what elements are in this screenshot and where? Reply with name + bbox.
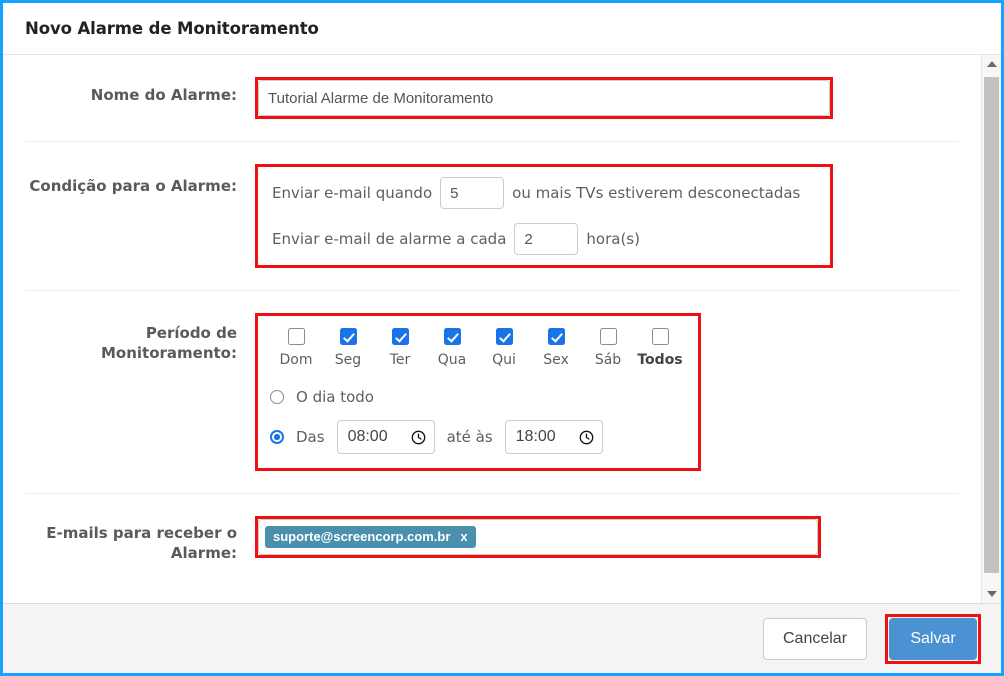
alarm-condition-field-wrap: Enviar e-mail quando ou mais TVs estiver… xyxy=(255,164,955,268)
end-time-input[interactable]: 18:00 xyxy=(504,420,603,454)
dialog-title: Novo Alarme de Monitoramento xyxy=(25,19,319,38)
all-day-option[interactable]: O dia todo xyxy=(270,388,686,406)
monitoring-period-highlight: Dom Seg Ter Qua Qui Sex Sáb Todos O dia … xyxy=(255,313,701,471)
weekday-label-sab: Sáb xyxy=(594,352,622,368)
vertical-scrollbar[interactable] xyxy=(981,55,1001,603)
weekday-item-seg[interactable]: Seg xyxy=(322,328,374,368)
weekday-item-qua[interactable]: Qua xyxy=(426,328,478,368)
alarm-emails-label: E-mails para receber o Alarme: xyxy=(3,516,255,564)
alarm-condition-label: Condição para o Alarme: xyxy=(29,177,237,195)
cancel-button[interactable]: Cancelar xyxy=(763,617,867,660)
all-day-radio[interactable] xyxy=(270,390,284,404)
alarm-emails-highlight: suporte@screencorp.com.br x xyxy=(255,516,821,558)
weekday-label-sex: Sex xyxy=(543,352,569,368)
alarm-emails-row: E-mails para receber o Alarme: suporte@s… xyxy=(3,494,981,586)
condition-interval-input[interactable] xyxy=(514,223,579,255)
arrow-up-icon xyxy=(986,61,997,67)
clock-icon xyxy=(411,430,425,444)
dialog-scroll-area: Nome do Alarme: Condição para o Alarme: … xyxy=(3,55,981,603)
weekday-checkbox-sex[interactable] xyxy=(547,328,565,345)
save-button-highlight: Salvar xyxy=(885,613,981,664)
monitoring-period-field-wrap: Dom Seg Ter Qua Qui Sex Sáb Todos O dia … xyxy=(255,313,955,471)
monitoring-period-label-line2: Monitoramento: xyxy=(100,343,237,362)
weekday-item-qui[interactable]: Qui xyxy=(478,328,530,368)
dialog-footer: Cancelar Salvar xyxy=(3,603,1001,673)
weekday-checkbox-todos[interactable] xyxy=(651,328,669,345)
alarm-emails-field-wrap: suporte@screencorp.com.br x xyxy=(255,516,955,558)
scroll-up-button[interactable] xyxy=(982,55,1001,73)
start-time-input[interactable]: 08:00 xyxy=(336,420,435,454)
dialog-body: Nome do Alarme: Condição para o Alarme: … xyxy=(3,55,1001,603)
weekday-item-ter[interactable]: Ter xyxy=(374,328,426,368)
weekday-item-dom[interactable]: Dom xyxy=(270,328,322,368)
monitoring-period-label: Período de Monitoramento: xyxy=(3,313,255,364)
weekday-item-sex[interactable]: Sex xyxy=(530,328,582,368)
start-time-value: 08:00 xyxy=(347,428,388,445)
alarm-name-field-wrap xyxy=(255,77,955,119)
scrollbar-thumb[interactable] xyxy=(984,77,999,573)
weekday-checkbox-qua[interactable] xyxy=(443,328,461,345)
weekday-item-sab[interactable]: Sáb xyxy=(582,328,634,368)
weekday-checkbox-seg[interactable] xyxy=(339,328,357,345)
scroll-down-button[interactable] xyxy=(982,585,1001,603)
alarm-condition-highlight: Enviar e-mail quando ou mais TVs estiver… xyxy=(255,164,833,268)
condition-threshold-suffix: ou mais TVs estiverem desconectadas xyxy=(512,184,801,202)
time-range-between-label: até às xyxy=(446,428,493,446)
weekday-checkbox-dom[interactable] xyxy=(287,328,305,345)
arrow-down-icon xyxy=(986,591,997,597)
weekday-label-qui: Qui xyxy=(492,352,516,368)
time-range-radio[interactable] xyxy=(270,430,284,444)
weekday-label-seg: Seg xyxy=(334,352,362,368)
email-tag-text: suporte@screencorp.com.br xyxy=(273,528,451,544)
email-tags-input[interactable]: suporte@screencorp.com.br x xyxy=(258,519,818,555)
end-time-value: 18:00 xyxy=(515,428,556,445)
weekday-checkbox-qui[interactable] xyxy=(495,328,513,345)
alarm-name-highlight xyxy=(255,77,833,119)
time-range-label: Das xyxy=(296,428,325,446)
weekday-checkbox-group: Dom Seg Ter Qua Qui Sex Sáb Todos xyxy=(270,328,686,368)
weekday-checkbox-sab[interactable] xyxy=(599,328,617,345)
email-tag[interactable]: suporte@screencorp.com.br x xyxy=(265,525,476,549)
monitoring-period-label-line1: Período de xyxy=(145,324,237,342)
weekday-item-todos[interactable]: Todos xyxy=(634,328,686,368)
email-tag-remove-icon[interactable]: x xyxy=(460,529,467,544)
save-button[interactable]: Salvar xyxy=(889,617,977,660)
weekday-label-ter: Ter xyxy=(389,352,411,368)
alarm-condition-row: Condição para o Alarme: Enviar e-mail qu… xyxy=(3,142,981,290)
dialog-header: Novo Alarme de Monitoramento xyxy=(3,3,1001,55)
alarm-name-row: Nome do Alarme: xyxy=(3,55,981,141)
alarm-name-input[interactable] xyxy=(258,80,830,116)
weekday-checkbox-ter[interactable] xyxy=(391,328,409,345)
condition-threshold-prefix: Enviar e-mail quando xyxy=(272,184,433,202)
condition-threshold-input[interactable] xyxy=(440,177,505,209)
condition-interval-prefix: Enviar e-mail de alarme a cada xyxy=(272,230,507,248)
weekday-label-qua: Qua xyxy=(437,352,467,368)
clock-icon xyxy=(579,430,593,444)
alarm-emails-label-line2: Alarme: xyxy=(170,543,237,562)
weekday-label-dom: Dom xyxy=(279,352,313,368)
new-alarm-dialog: Novo Alarme de Monitoramento Nome do Ala… xyxy=(0,0,1004,676)
monitoring-period-row: Período de Monitoramento: Dom Seg Ter Qu… xyxy=(3,291,981,493)
weekday-label-todos: Todos xyxy=(637,352,683,368)
condition-interval-line: Enviar e-mail de alarme a cada hora(s) xyxy=(272,223,816,255)
all-day-label: O dia todo xyxy=(296,388,374,406)
time-range-option[interactable]: Das 08:00 até às 18:00 xyxy=(270,420,686,454)
condition-interval-suffix: hora(s) xyxy=(586,230,640,248)
condition-threshold-line: Enviar e-mail quando ou mais TVs estiver… xyxy=(272,177,816,209)
alarm-name-label: Nome do Alarme: xyxy=(90,86,237,104)
alarm-emails-label-line1: E-mails para receber o xyxy=(46,524,237,542)
